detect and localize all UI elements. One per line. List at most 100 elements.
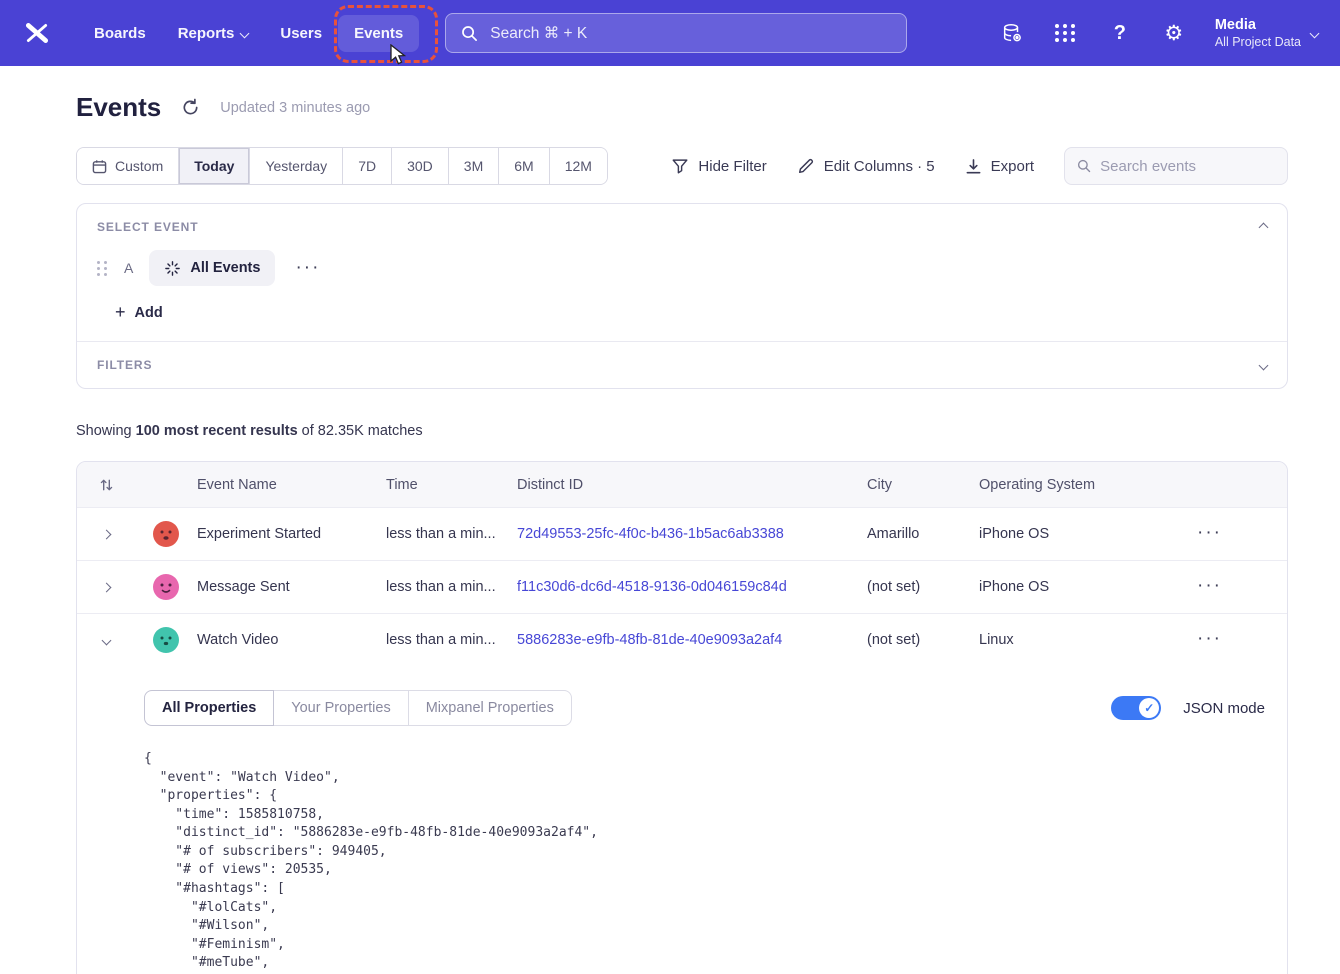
nav-item-boards[interactable]: Boards: [78, 15, 162, 52]
refresh-icon: [181, 98, 200, 117]
event-name-cell: Message Sent: [197, 579, 386, 595]
filters-label: FILTERS: [97, 358, 152, 372]
table-header-row: Event Name Time Distinct ID City Operati…: [77, 462, 1287, 507]
select-event-section: SELECT EVENT A All Events ··· + Add: [77, 204, 1287, 341]
tab-all-properties[interactable]: All Properties: [144, 690, 274, 726]
collapse-row-button[interactable]: [77, 637, 135, 644]
event-spark-icon: [164, 260, 181, 277]
date-range-segmented: Custom Today Yesterday 7D 30D 3M 6M 12M: [76, 147, 608, 185]
export-button[interactable]: Export: [965, 158, 1034, 175]
nav-item-reports[interactable]: Reports: [162, 15, 265, 52]
row-more-icon[interactable]: ···: [1193, 575, 1226, 596]
distinct-id-link[interactable]: f11c30d6-dc6d-4518-9136-0d046159c84d: [517, 579, 787, 595]
project-name: Media: [1215, 17, 1301, 33]
calendar-icon: [92, 159, 107, 174]
global-search-placeholder: Search ⌘ + K: [490, 24, 587, 43]
range-6m-button[interactable]: 6M: [498, 148, 548, 184]
controls-row: Custom Today Yesterday 7D 30D 3M 6M 12M …: [76, 147, 1288, 185]
time-cell: less than a min...: [386, 579, 517, 595]
last-updated-text: Updated 3 minutes ago: [220, 100, 370, 116]
col-time[interactable]: Time: [386, 477, 517, 493]
search-events-field: [1064, 147, 1288, 185]
avatar: [152, 520, 180, 548]
range-30d-button[interactable]: 30D: [391, 148, 448, 184]
tab-mixpanel-properties[interactable]: Mixpanel Properties: [408, 690, 572, 726]
edit-columns-button[interactable]: Edit Columns · 5: [797, 157, 935, 175]
table-row[interactable]: Experiment Started less than a min... 72…: [77, 507, 1287, 560]
expand-row-button[interactable]: [77, 531, 135, 538]
os-cell: iPhone OS: [979, 579, 1177, 595]
mixpanel-logo[interactable]: [22, 18, 52, 48]
json-mode-label: JSON mode: [1183, 700, 1265, 717]
check-icon: ✓: [1139, 698, 1159, 718]
range-3m-button[interactable]: 3M: [448, 148, 498, 184]
os-cell: iPhone OS: [979, 526, 1177, 542]
col-distinct-id[interactable]: Distinct ID: [517, 477, 867, 493]
funnel-icon: [671, 157, 689, 175]
range-custom-button[interactable]: Custom: [77, 148, 178, 184]
table-row-expanded[interactable]: Watch Video less than a min... 5886283e-…: [77, 613, 1287, 666]
refresh-button[interactable]: [181, 98, 200, 117]
range-7d-button[interactable]: 7D: [342, 148, 391, 184]
nav-item-users[interactable]: Users: [264, 15, 338, 52]
top-navbar: Boards Reports Users Events Search ⌘ + K…: [0, 0, 1340, 66]
city-cell: (not set): [867, 632, 979, 648]
time-cell: less than a min...: [386, 632, 517, 648]
table-row[interactable]: Message Sent less than a min... f11c30d6…: [77, 560, 1287, 613]
all-events-chip[interactable]: All Events: [149, 250, 275, 286]
download-icon: [965, 158, 982, 175]
range-today-button[interactable]: Today: [178, 148, 249, 184]
events-table: Event Name Time Distinct ID City Operati…: [76, 461, 1288, 974]
event-name-cell: Experiment Started: [197, 526, 386, 542]
event-more-icon[interactable]: ···: [291, 263, 324, 273]
distinct-id-link[interactable]: 72d49553-25fc-4f0c-b436-1b5ac6ab3388: [517, 526, 784, 542]
city-cell: (not set): [867, 579, 979, 595]
pencil-icon: [797, 157, 815, 175]
filters-section: FILTERS: [77, 341, 1287, 388]
col-operating-system[interactable]: Operating System: [979, 477, 1177, 493]
tab-your-properties[interactable]: Your Properties: [273, 690, 408, 726]
data-management-icon[interactable]: [995, 16, 1029, 50]
select-event-label: SELECT EVENT: [97, 220, 198, 234]
mixpanel-logo-icon: [24, 20, 50, 46]
page-header: Events Updated 3 minutes ago: [76, 92, 1288, 123]
avatar: [152, 573, 180, 601]
project-selector[interactable]: Media All Project Data: [1215, 17, 1318, 49]
page-title: Events: [76, 92, 161, 123]
range-12m-button[interactable]: 12M: [549, 148, 607, 184]
search-icon: [461, 25, 478, 42]
hide-filter-button[interactable]: Hide Filter: [671, 157, 766, 175]
event-row-letter: A: [124, 260, 133, 276]
event-name-cell: Watch Video: [197, 632, 386, 648]
settings-gear-icon[interactable]: ⚙: [1157, 16, 1191, 50]
main-content: Events Updated 3 minutes ago Custom Toda…: [0, 66, 1340, 974]
city-cell: Amarillo: [867, 526, 979, 542]
range-yesterday-button[interactable]: Yesterday: [249, 148, 342, 184]
select-event-header[interactable]: SELECT EVENT: [97, 220, 1267, 234]
row-more-icon[interactable]: ···: [1193, 628, 1226, 649]
help-icon[interactable]: ?: [1103, 16, 1137, 50]
search-events-input[interactable]: [1100, 158, 1275, 175]
drag-handle-icon[interactable]: [97, 261, 108, 276]
col-city[interactable]: City: [867, 477, 979, 493]
event-row: A All Events ···: [97, 250, 1267, 286]
global-search-input[interactable]: Search ⌘ + K: [445, 13, 907, 53]
apps-grid-icon[interactable]: [1049, 16, 1083, 50]
chevron-up-icon[interactable]: [1259, 222, 1269, 232]
add-event-button[interactable]: + Add: [115, 302, 1267, 323]
json-mode-toggle[interactable]: ✓: [1111, 696, 1161, 720]
row-more-icon[interactable]: ···: [1193, 522, 1226, 543]
filters-header[interactable]: FILTERS: [97, 358, 1267, 372]
col-event-name[interactable]: Event Name: [197, 477, 386, 493]
chevron-down-icon[interactable]: [1259, 360, 1269, 370]
nav-item-events[interactable]: Events: [338, 15, 419, 52]
expand-row-button[interactable]: [77, 584, 135, 591]
os-cell: Linux: [979, 632, 1177, 648]
sort-updown-icon[interactable]: [99, 477, 114, 493]
project-scope: All Project Data: [1215, 35, 1301, 49]
json-viewer[interactable]: { "event": "Watch Video", "properties": …: [144, 750, 1267, 974]
properties-tabs: All Properties Your Properties Mixpanel …: [144, 690, 572, 726]
chevron-down-icon: [240, 28, 250, 38]
chevron-down-icon: [1310, 28, 1320, 38]
distinct-id-link[interactable]: 5886283e-e9fb-48fb-81de-40e9093a2af4: [517, 632, 782, 648]
